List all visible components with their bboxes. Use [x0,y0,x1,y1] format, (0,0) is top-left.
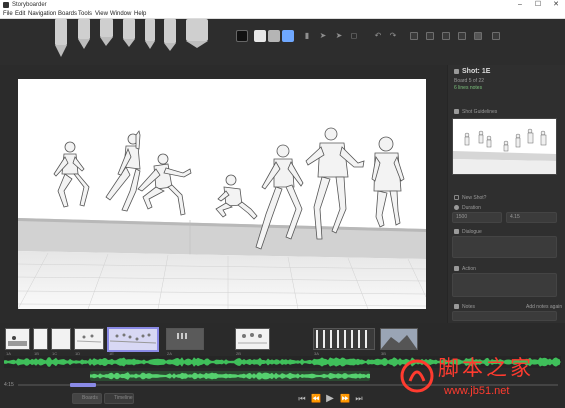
board-thumb-8-sketch [316,330,367,348]
color-swatch-blue[interactable] [282,30,294,42]
redo-icon[interactable]: ↷ [388,31,398,41]
shot-title: Shot: 1E [462,68,491,75]
color-swatch-light[interactable] [254,30,266,42]
dialogue-label: Dialogue [462,229,482,235]
marker-icon[interactable] [123,19,135,49]
thumb-label: Shot Guidelines [462,109,498,115]
board-thumb-7[interactable] [235,328,270,350]
watermark-text: 脚本之家 [438,356,534,380]
board-thumb-4-sketch [76,334,102,343]
notes-label: Notes [462,304,476,310]
board-thumb-1-sketch [8,336,27,346]
play-icon[interactable]: ▶ [324,393,336,405]
window-title: Storyboarder [12,2,47,8]
notes-icon [454,304,459,309]
undo-icon[interactable]: ↶ [373,31,383,41]
light-pencil-icon[interactable] [55,19,67,59]
storyboard-drawing [18,79,426,309]
board-thumb-6[interactable] [166,328,204,350]
note-pen-icon[interactable] [145,19,155,49]
board-thumb-5-selected[interactable] [107,327,159,352]
menu-help[interactable]: Help [134,11,146,18]
watermark-url: www.jb51.net [444,385,510,397]
board-thumb-1[interactable] [5,328,30,350]
layers-icon[interactable] [426,32,434,40]
transform-icon[interactable]: ➤ [334,31,344,41]
board-info: Board 5 of 22 [454,78,485,84]
clock-icon [454,205,459,210]
board-thumb-2[interactable] [33,328,48,350]
app-icon [3,2,9,8]
move-icon[interactable]: ➤ [318,31,328,41]
notes-link[interactable]: Add notes again [526,304,562,310]
shot-sidebar: Shot: 1E Board 5 of 22 6 lines notes Sho… [447,65,565,323]
menu-bar: File Edit Navigation Boards Tools View W… [0,10,565,19]
timecode: 4:15 [4,382,14,388]
watermark-logo-icon [400,359,434,393]
new-shot-checkbox[interactable] [454,195,459,200]
boards-mode-button[interactable]: Boards [72,393,102,404]
forward-icon[interactable]: ⏩ [339,393,351,405]
board-thumb-3[interactable] [51,328,71,350]
add-board-icon[interactable]: ▮ [302,31,312,41]
minimize-button[interactable]: – [512,0,528,10]
menu-edit[interactable]: Edit [15,11,25,18]
duration-label: Duration [462,205,481,211]
pen-icon[interactable] [100,19,113,49]
drawing-canvas[interactable] [18,79,426,309]
menu-view[interactable]: View [95,11,108,18]
fill-icon[interactable] [164,19,176,51]
board-thumb-9-sketch [381,335,417,349]
new-shot-label: New Shot? [462,195,487,201]
maximize-button[interactable]: ☐ [530,0,546,10]
duration-frames-input[interactable]: 4.15 [506,212,557,223]
toolbar: ▮ ➤ ➤ ◻ ↶ ↷ [0,19,565,65]
notes-field[interactable] [452,311,557,321]
action-field[interactable] [452,273,557,297]
boards-mode-label: Boards [82,395,98,401]
camera-icon[interactable] [442,32,450,40]
dialogue-field[interactable] [452,236,557,258]
menu-navigation[interactable]: Navigation [28,11,56,18]
menu-window[interactable]: Window [110,11,131,18]
color-swatch-gray[interactable] [268,30,280,42]
audio-clip-track[interactable] [90,371,370,381]
thumbnail-icon [454,109,459,114]
skip-forward-icon[interactable]: ⏭ [353,393,365,405]
note-count: 6 lines notes [454,85,483,91]
shot-thumbnail-drawing [453,128,556,174]
audio-clip [90,371,370,381]
shot-icon [454,69,459,74]
color-swatch-black[interactable] [236,30,248,42]
board-thumb-8[interactable] [313,328,375,350]
board-thumb-4[interactable] [74,328,104,350]
board-thumb-9[interactable] [380,328,418,350]
scrub-selection[interactable] [70,383,96,387]
onion-skin-icon[interactable] [458,32,466,40]
title-bar: Storyboarder – ☐ ✕ [0,0,565,10]
board-thumb-5-sketch [109,333,157,344]
shot-grid-icon[interactable] [410,32,418,40]
brush-icon[interactable] [78,19,90,53]
watermark: 脚本之家 www.jb51.net [398,355,562,405]
dialogue-icon [454,229,459,234]
board-thumb-7-sketch [238,333,267,344]
duration-ms-input[interactable]: 1500 [452,212,502,223]
action-label: Action [462,266,476,272]
rewind-icon[interactable]: ⏪ [310,393,322,405]
timeline-mode-label: Timeline [114,395,133,401]
menu-file[interactable]: File [3,11,13,18]
shot-thumbnail[interactable] [452,118,557,175]
close-button[interactable]: ✕ [548,0,564,10]
action-icon [454,266,459,271]
board-thumb-6-sketch [177,333,187,339]
eraser-icon[interactable] [186,19,208,49]
comment-icon[interactable]: ◻ [349,31,359,41]
timeline-mode-button[interactable]: Timeline [104,393,134,404]
captions-icon[interactable] [474,32,482,40]
skip-back-icon[interactable]: ⏮ [296,393,308,405]
menu-boards[interactable]: Boards [58,11,77,18]
sidebar-toggle-icon[interactable] [492,32,500,40]
menu-tools[interactable]: Tools [78,11,92,18]
